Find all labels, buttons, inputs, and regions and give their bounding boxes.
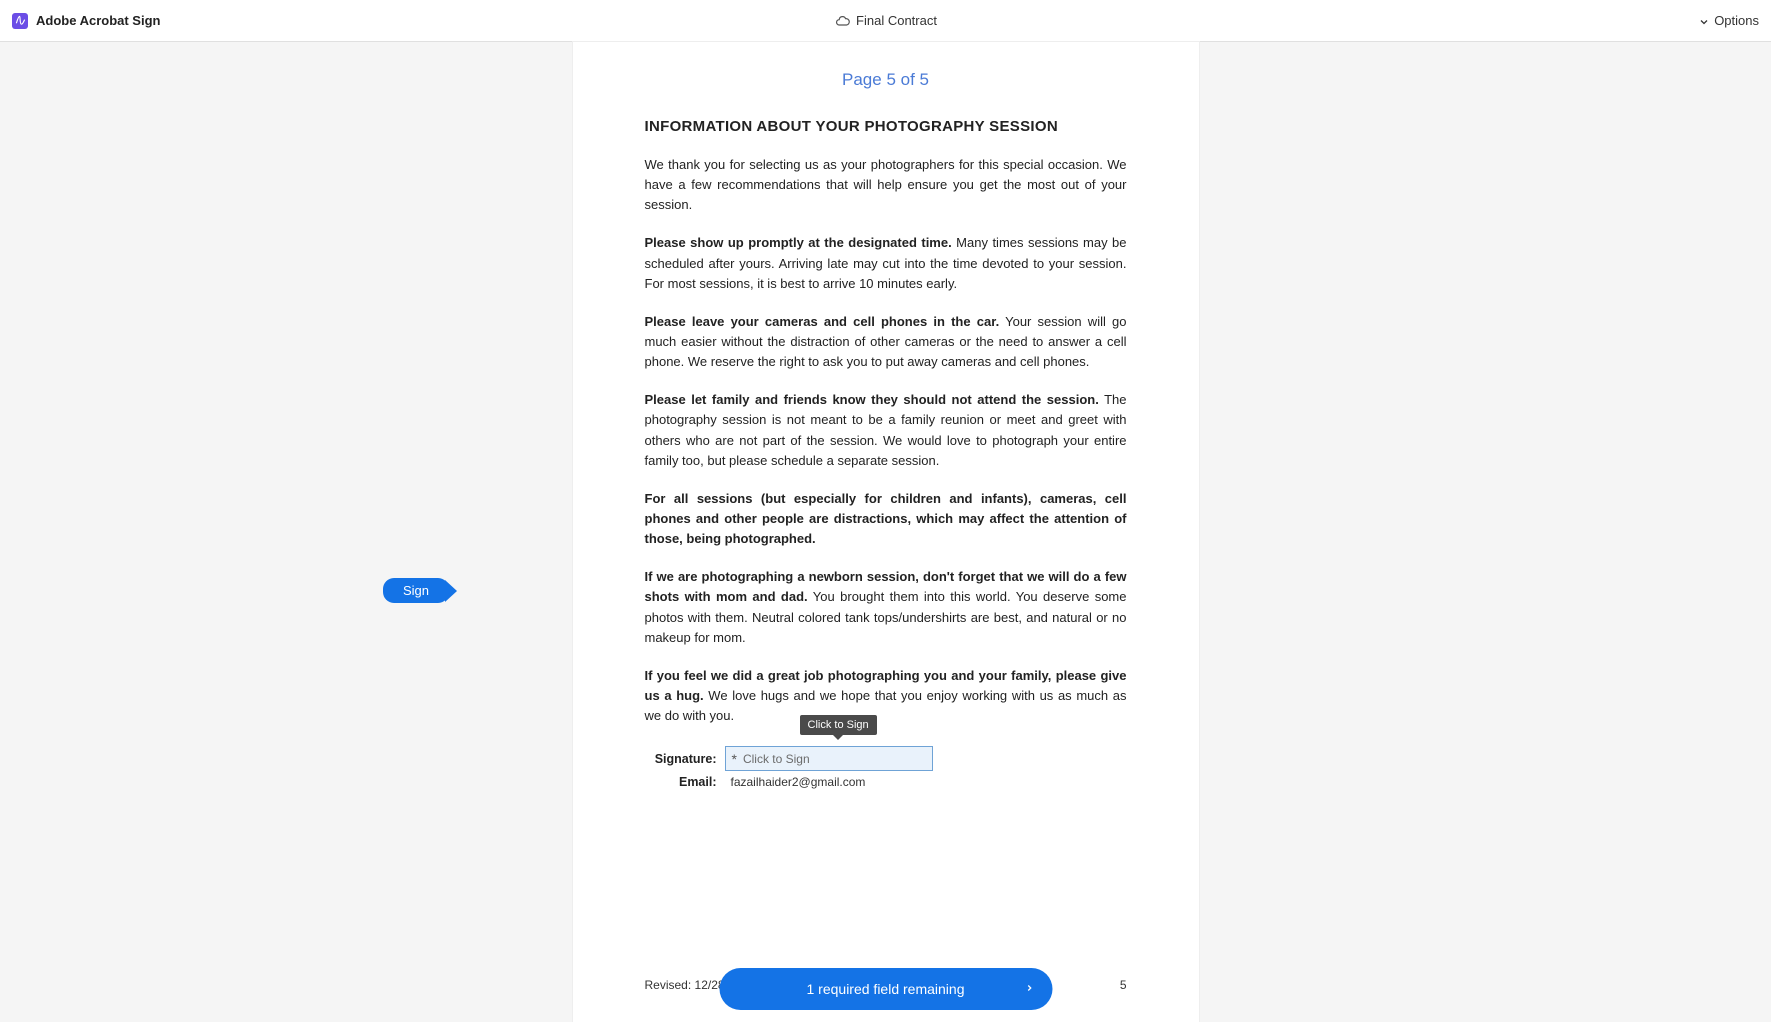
email-row: Email: fazailhaider2@gmail.com	[645, 775, 1127, 789]
signature-row: Signature: Click to Sign * Click to Sign	[645, 746, 1127, 771]
options-label: Options	[1714, 13, 1759, 28]
paragraph-intro: We thank you for selecting us as your ph…	[645, 155, 1127, 215]
sign-here-tag[interactable]: Sign	[383, 578, 457, 603]
signature-field[interactable]: Click to Sign * Click to Sign	[725, 746, 933, 771]
paragraph-distractions-bold: For all sessions (but especially for chi…	[645, 491, 1127, 546]
chevron-down-icon	[1698, 15, 1710, 27]
header-left: Adobe Acrobat Sign	[12, 13, 160, 29]
paragraph-hug-rest: We love hugs and we hope that you enjoy …	[645, 688, 1127, 723]
sign-pill-label: Sign	[383, 578, 449, 603]
cloud-icon	[834, 13, 850, 29]
document-title: Final Contract	[856, 13, 937, 28]
section-title: INFORMATION ABOUT YOUR PHOTOGRAPHY SESSI…	[645, 118, 1127, 135]
required-asterisk-icon: *	[732, 752, 737, 766]
main-area: Sign Page 5 of 5 INFORMATION ABOUT YOUR …	[0, 42, 1771, 1022]
app-name: Adobe Acrobat Sign	[36, 13, 160, 28]
paragraph-distractions: For all sessions (but especially for chi…	[645, 489, 1127, 549]
page-indicator: Page 5 of 5	[645, 70, 1127, 90]
signature-placeholder: Click to Sign	[743, 752, 810, 766]
options-menu[interactable]: Options	[1698, 13, 1759, 28]
paragraph-cameras: Please leave your cameras and cell phone…	[645, 312, 1127, 372]
paragraph-time: Please show up promptly at the designate…	[645, 233, 1127, 293]
email-label: Email:	[645, 775, 725, 789]
document-page: Page 5 of 5 INFORMATION ABOUT YOUR PHOTO…	[573, 42, 1199, 1022]
acrobat-sign-logo-icon	[12, 13, 28, 29]
signature-tooltip: Click to Sign	[800, 715, 877, 735]
required-fields-text: 1 required field remaining	[807, 981, 965, 997]
document-title-area: Final Contract	[834, 13, 937, 29]
paragraph-time-bold: Please show up promptly at the designate…	[645, 235, 952, 250]
paragraph-hug: If you feel we did a great job photograp…	[645, 666, 1127, 726]
signature-label: Signature:	[645, 752, 725, 766]
paragraph-family: Please let family and friends know they …	[645, 390, 1127, 471]
paragraph-newborn: If we are photographing a newborn sessio…	[645, 567, 1127, 648]
app-header: Adobe Acrobat Sign Final Contract Option…	[0, 0, 1771, 42]
page-number: 5	[1120, 978, 1127, 992]
chevron-right-icon	[1024, 981, 1034, 998]
required-fields-button[interactable]: 1 required field remaining	[719, 968, 1052, 1010]
paragraph-family-bold: Please let family and friends know they …	[645, 392, 1099, 407]
paragraph-cameras-bold: Please leave your cameras and cell phone…	[645, 314, 1000, 329]
email-value: fazailhaider2@gmail.com	[725, 775, 866, 789]
